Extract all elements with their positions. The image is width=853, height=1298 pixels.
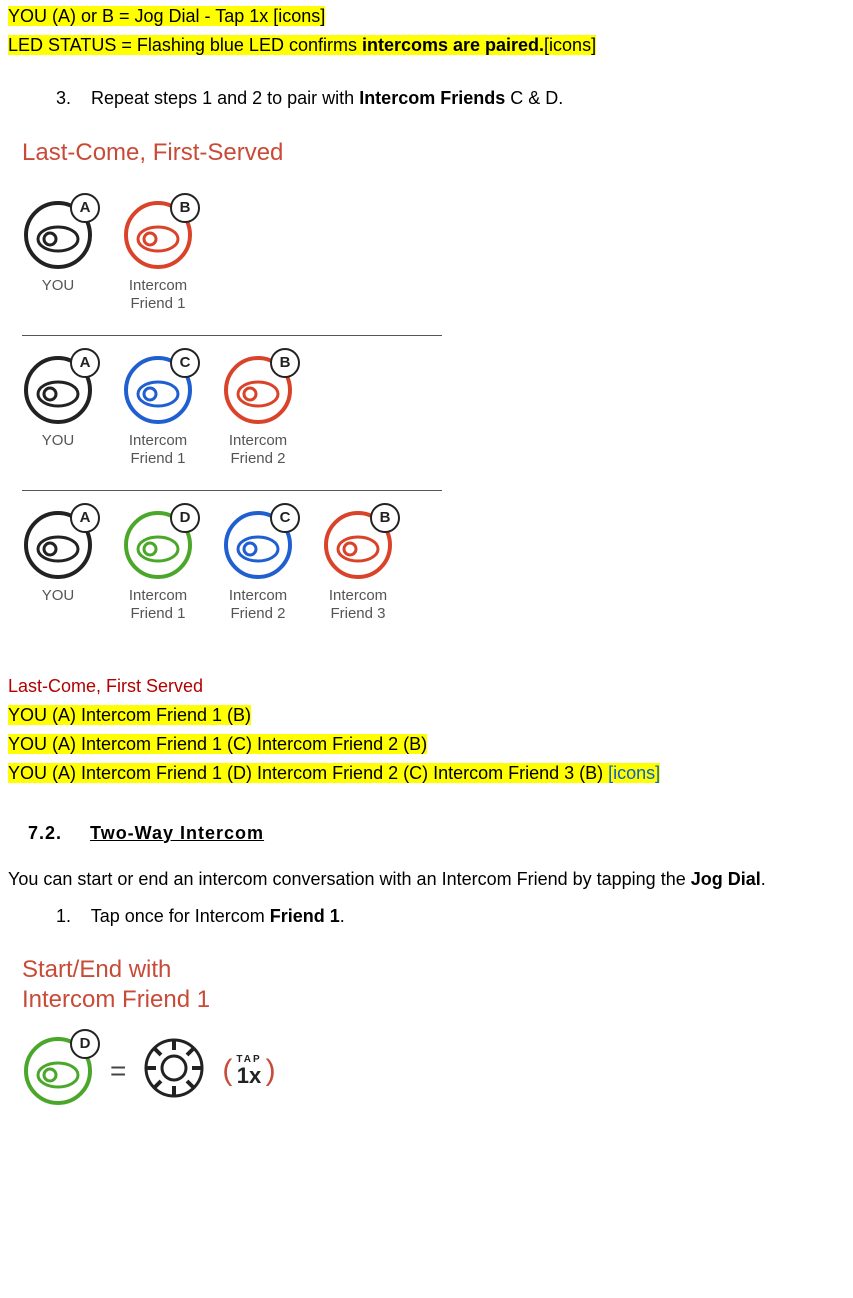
- label-you: YOU: [42, 432, 75, 450]
- start-end-title: Start/End with Intercom Friend 1: [22, 955, 845, 1015]
- tap-text-bot: 1x: [237, 1065, 261, 1087]
- unit-friend3-b: B Intercom Friend 3: [322, 509, 394, 623]
- label-if2: Intercom Friend 2: [229, 587, 287, 623]
- diagram-separator-1: [22, 335, 442, 336]
- step1-b: Friend 1: [270, 906, 340, 926]
- step1-c: .: [340, 906, 345, 926]
- label-if2: Intercom Friend 2: [229, 432, 287, 468]
- diagram-title: Last-Come, First-Served: [22, 139, 845, 167]
- hl-row-2: YOU (A) Intercom Friend 1 (C) Intercom F…: [8, 731, 845, 757]
- badge-a: A: [70, 193, 100, 223]
- step1-a: Tap once for Intercom: [91, 906, 270, 926]
- hl2-icons: [icons]: [544, 35, 596, 55]
- diagram-row-3: A YOU D Intercom Friend 1: [8, 497, 845, 639]
- section-paragraph: You can start or end an intercom convers…: [8, 866, 845, 892]
- badge-b: B: [170, 193, 200, 223]
- unit-friend1-d: D Intercom Friend 1: [122, 509, 194, 623]
- step3-text-a: Repeat steps 1 and 2 to pair with: [91, 88, 359, 108]
- equals-sign: =: [110, 1055, 126, 1087]
- hl2-bold: intercoms are paired.: [362, 35, 544, 55]
- label-if3: Intercom Friend 3: [329, 587, 387, 623]
- section-title: Two-Way Intercom: [90, 823, 264, 843]
- label-you: YOU: [42, 277, 75, 295]
- hl-row-3: YOU (A) Intercom Friend 1 (D) Intercom F…: [8, 760, 845, 786]
- badge-d: D: [70, 1029, 100, 1059]
- badge-d: D: [170, 503, 200, 533]
- open-paren: (: [222, 1054, 232, 1088]
- diagram-row-2: A YOU C Intercom Friend 1: [8, 342, 845, 484]
- unit-you-a-2: A YOU: [22, 354, 94, 450]
- step3-number: 3.: [56, 88, 86, 109]
- tap-1x-label: ( TAP 1x ): [222, 1054, 275, 1088]
- para-b: Jog Dial: [691, 869, 761, 889]
- hl2-prefix: LED STATUS = Flashing blue LED confirms: [8, 35, 362, 55]
- equation-row: D =: [8, 1035, 845, 1107]
- para-c: .: [761, 869, 766, 889]
- step3-text-b: Intercom Friends: [359, 88, 505, 108]
- unit-friend2-b: B Intercom Friend 2: [222, 354, 294, 468]
- unit-you-a: A YOU: [22, 199, 94, 295]
- section-heading: 7.2. Two-Way Intercom: [28, 823, 845, 844]
- para-a: You can start or end an intercom convers…: [8, 869, 691, 889]
- hl1-icons: [icons]: [273, 6, 325, 26]
- hl1-text: YOU (A) or B = Jog Dial - Tap 1x: [8, 6, 273, 26]
- hl-row3-icons: [icons]: [608, 763, 660, 783]
- badge-b: B: [270, 348, 300, 378]
- step-3: 3. Repeat steps 1 and 2 to pair with Int…: [56, 88, 845, 109]
- label-if1: Intercom Friend 1: [129, 432, 187, 468]
- unit-friend2-c: C Intercom Friend 2: [222, 509, 294, 623]
- badge-a: A: [70, 503, 100, 533]
- headset-d-icon: D: [22, 1035, 94, 1107]
- unit-friend1-c: C Intercom Friend 1: [122, 354, 194, 468]
- label-you: YOU: [42, 587, 75, 605]
- badge-c: C: [170, 348, 200, 378]
- label-if1: Intercom Friend 1: [129, 277, 187, 313]
- pairing-diagram: Last-Come, First-Served A YOU: [8, 139, 845, 639]
- hl-row-1: YOU (A) Intercom Friend 1 (B): [8, 702, 845, 728]
- red-subtitle: Last-Come, First Served: [8, 673, 845, 699]
- diagram-row-1: A YOU B Intercom Friend 1: [8, 187, 845, 329]
- section-number: 7.2.: [28, 823, 62, 843]
- hl-row3-text: YOU (A) Intercom Friend 1 (D) Intercom F…: [8, 763, 608, 783]
- start-end-title-l2: Intercom Friend 1: [22, 986, 210, 1013]
- step3-text-c: C & D.: [505, 88, 563, 108]
- badge-a: A: [70, 348, 100, 378]
- close-paren: ): [266, 1054, 276, 1088]
- highlight-line-1: YOU (A) or B = Jog Dial - Tap 1x [icons]: [8, 3, 845, 29]
- start-end-diagram: Start/End with Intercom Friend 1 D =: [8, 955, 845, 1107]
- badge-b: B: [370, 503, 400, 533]
- highlight-line-2: LED STATUS = Flashing blue LED confirms …: [8, 32, 845, 58]
- jog-dial-icon: [142, 1036, 206, 1105]
- unit-friend1-b: B Intercom Friend 1: [122, 199, 194, 313]
- diagram-separator-2: [22, 490, 442, 491]
- badge-c: C: [270, 503, 300, 533]
- start-end-title-l1: Start/End with: [22, 956, 171, 983]
- document-page: YOU (A) or B = Jog Dial - Tap 1x [icons]…: [0, 3, 853, 1298]
- step1-number: 1.: [56, 906, 86, 927]
- step-1: 1. Tap once for Intercom Friend 1.: [56, 906, 845, 927]
- label-if1: Intercom Friend 1: [129, 587, 187, 623]
- unit-you-a-3: A YOU: [22, 509, 94, 605]
